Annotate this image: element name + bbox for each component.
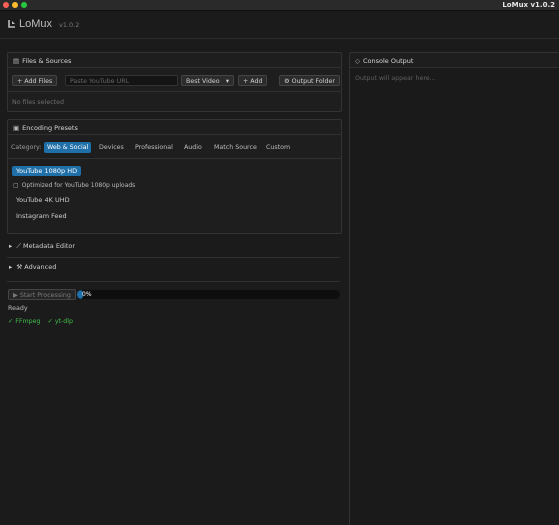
ffmpeg-status: ✓ FFmpeg bbox=[8, 318, 41, 325]
preset-item-youtube-1080p[interactable]: YouTube 1080p HD bbox=[12, 166, 82, 176]
tab-web-social[interactable]: Web & Social bbox=[44, 142, 92, 153]
app-brand: LoMux bbox=[19, 18, 53, 30]
presets-panel: ▣ Encoding Presets Category: Web & Social… bbox=[7, 119, 342, 234]
app-version: v1.0.2 bbox=[59, 21, 80, 29]
tab-custom[interactable]: Custom bbox=[263, 142, 293, 153]
console-output-area[interactable]: Output will appear here... bbox=[350, 68, 559, 525]
youtube-url-input[interactable]: Paste YouTube URL bbox=[65, 75, 178, 86]
progress-percent: 0% bbox=[82, 291, 92, 298]
add-url-button[interactable]: + Add bbox=[238, 75, 268, 86]
tab-match-source[interactable]: Match Source bbox=[211, 142, 260, 153]
files-panel: ▤ Files & Sources + Add Files Paste YouTu… bbox=[7, 52, 342, 112]
window-title: LoMux v1.0.2 bbox=[502, 1, 555, 9]
preset-item-instagram-feed[interactable]: Instagram Feed bbox=[16, 212, 67, 220]
caret-right-icon: ▸ bbox=[9, 263, 13, 271]
quality-select[interactable]: Best Video ▾ bbox=[181, 75, 234, 86]
folder-icon: ⚙ bbox=[284, 78, 290, 85]
no-files-text: No files selected bbox=[12, 99, 65, 106]
presets-icon: ▣ bbox=[13, 124, 20, 132]
preset-item-youtube-4k[interactable]: YouTube 4K UHD bbox=[16, 196, 70, 204]
zoom-window-button[interactable] bbox=[21, 2, 27, 8]
ytdlp-status: ✓ yt-dlp bbox=[47, 318, 74, 325]
tag-icon: ⟋ bbox=[16, 242, 21, 250]
tab-audio[interactable]: Audio bbox=[181, 142, 205, 153]
preset-description: ▢ Optimized for YouTube 1080p uploads bbox=[13, 182, 136, 189]
add-files-button[interactable]: + Add Files bbox=[12, 75, 58, 86]
chevron-down-icon: ▾ bbox=[225, 78, 229, 85]
caret-right-icon: ▸ bbox=[9, 242, 13, 250]
app-header: LoMux v1.0.2 bbox=[0, 11, 559, 39]
minimize-window-button[interactable] bbox=[12, 2, 18, 8]
play-icon: ▶ bbox=[13, 292, 18, 299]
status-text: Ready bbox=[8, 305, 28, 312]
metadata-editor-toggle[interactable]: ▸ ⟋ Metadata Editor bbox=[9, 242, 75, 251]
wrench-icon: ⚒ bbox=[16, 263, 23, 271]
presets-panel-title: ▣ Encoding Presets bbox=[13, 124, 78, 132]
tab-professional[interactable]: Professional bbox=[132, 142, 176, 153]
tab-devices[interactable]: Devices bbox=[96, 142, 127, 153]
info-icon: ▢ bbox=[13, 182, 19, 189]
console-panel: ◇ Console Output Output will appear here.… bbox=[349, 52, 559, 525]
dependency-status: ✓ FFmpeg ✓ yt-dlp bbox=[8, 318, 78, 325]
start-processing-button[interactable]: ▶ Start Processing bbox=[8, 289, 76, 300]
close-window-button[interactable] bbox=[3, 2, 9, 8]
window-titlebar: LoMux v1.0.2 bbox=[0, 0, 559, 11]
advanced-toggle[interactable]: ▸ ⚒ Advanced bbox=[9, 263, 56, 271]
files-panel-title: ▤ Files & Sources bbox=[13, 57, 72, 65]
output-folder-button[interactable]: ⚙ Output Folder bbox=[279, 75, 340, 86]
console-panel-title: ◇ Console Output bbox=[355, 57, 414, 65]
logo-icon bbox=[8, 20, 15, 28]
category-label: Category: bbox=[11, 144, 42, 151]
files-icon: ▤ bbox=[13, 57, 20, 65]
terminal-icon: ◇ bbox=[355, 57, 360, 65]
console-placeholder: Output will appear here... bbox=[355, 75, 436, 82]
progress-bar: 0% bbox=[77, 290, 340, 299]
